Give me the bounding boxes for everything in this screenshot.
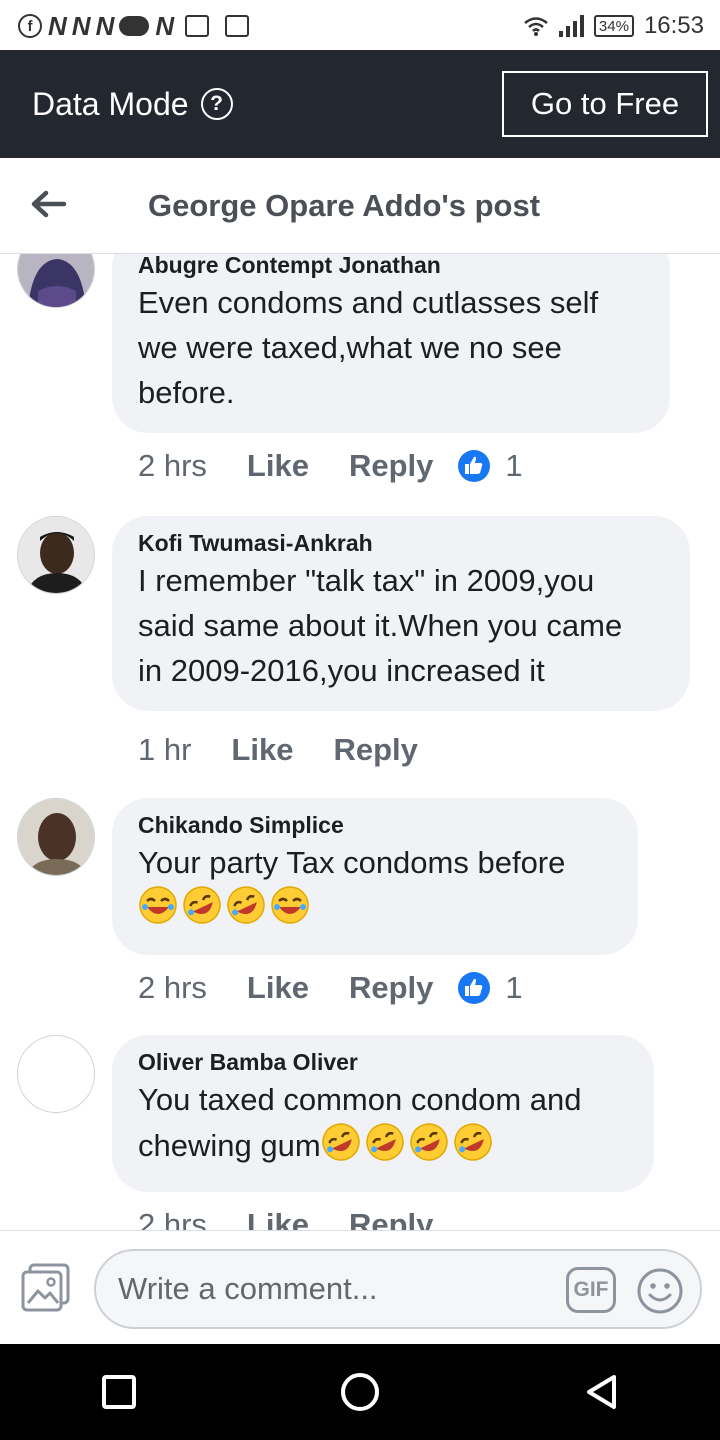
comment-bubble: Kofi Twumasi-Ankrah I remember "talk tax… [112, 516, 690, 711]
rolling-laughing-emoji-icon [321, 1122, 361, 1174]
reply-button[interactable]: Reply [349, 1207, 433, 1230]
thumbs-up-icon [458, 450, 491, 482]
comment-text-line: Even condoms and cutlasses self [138, 285, 599, 320]
comment-composer: GIF [0, 1230, 720, 1344]
comment-text-line: said same about it.When you came [138, 608, 623, 643]
comment-text-line: before. [138, 375, 235, 410]
reply-button[interactable]: Reply [349, 448, 433, 484]
comment-time: 2 hrs [138, 1207, 207, 1230]
comment-actions: 1 hr Like Reply [138, 732, 418, 768]
comments-list: Abugre Contempt Jonathan Even condoms an… [0, 254, 720, 1230]
rolling-laughing-emoji-icon [453, 1122, 493, 1174]
comment-author[interactable]: Kofi Twumasi-Ankrah [138, 528, 664, 558]
app-notification-icon: N [48, 10, 67, 41]
comment-text-fragment: chewing gum [138, 1128, 321, 1163]
signal-icon [558, 15, 584, 37]
app-notification-icon: N [71, 10, 91, 41]
reaction-count[interactable]: 1 [457, 448, 523, 484]
comment-text-line: chewing gum [138, 1122, 628, 1174]
data-mode-bar: Data Mode ? Go to Free [0, 50, 720, 158]
comment-text-line: I remember "talk tax" in 2009,you [138, 563, 595, 598]
recent-apps-icon[interactable] [102, 1375, 136, 1409]
laughing-emoji-icon [138, 885, 178, 937]
comment-emoji-row [138, 885, 612, 937]
photo-icon[interactable] [20, 1263, 72, 1313]
thumbs-up-icon [458, 972, 491, 1004]
comment-bubble: Oliver Bamba Oliver You taxed common con… [112, 1035, 654, 1192]
help-icon[interactable]: ? [200, 88, 233, 120]
comment-actions: 2 hrs Like Reply 1 [138, 970, 523, 1006]
emoji-picker-icon[interactable] [636, 1267, 684, 1315]
comment-bubble: Chikando Simplice Your party Tax condoms… [112, 798, 638, 955]
rolling-laughing-emoji-icon [226, 885, 266, 937]
avatar[interactable] [17, 254, 95, 308]
comment-time: 1 hr [138, 732, 192, 767]
avatar[interactable] [17, 798, 95, 876]
home-icon[interactable] [340, 1372, 380, 1412]
like-button[interactable]: Like [247, 1207, 309, 1230]
wifi-icon [524, 17, 548, 36]
like-button[interactable]: Like [247, 970, 309, 1006]
comment-actions: 2 hrs Like Reply 1 [138, 448, 523, 484]
battery-indicator: 34% [593, 15, 634, 37]
rolling-laughing-emoji-icon [365, 1122, 405, 1174]
image-notification-icon [225, 15, 250, 37]
like-button[interactable]: Like [231, 732, 293, 768]
status-bar: f N N N N 34% 16:53 [0, 0, 720, 52]
comment-bubble: Abugre Contempt Jonathan Even condoms an… [112, 254, 670, 433]
reply-button[interactable]: Reply [333, 732, 417, 768]
facebook-notification-icon: f [18, 14, 42, 38]
system-navigation-bar [0, 1344, 720, 1440]
calendar-icon [185, 15, 210, 37]
avatar[interactable] [17, 1035, 95, 1113]
reply-button[interactable]: Reply [349, 970, 433, 1006]
back-icon[interactable] [584, 1374, 618, 1410]
comment-author[interactable]: Chikando Simplice [138, 810, 612, 840]
comment-time: 2 hrs [138, 970, 207, 1005]
gif-icon[interactable]: GIF [566, 1267, 616, 1313]
back-arrow-icon[interactable] [28, 184, 68, 224]
clock: 16:53 [643, 12, 704, 39]
comment-author[interactable]: Oliver Bamba Oliver [138, 1047, 628, 1077]
reaction-number: 1 [505, 448, 523, 483]
go-to-free-button[interactable]: Go to Free [502, 71, 708, 137]
like-button[interactable]: Like [247, 448, 309, 484]
comment-text-line: You taxed common condom and [138, 1082, 582, 1117]
comment-text-line: in 2009-2016,you increased it [138, 653, 545, 688]
message-notification-icon [119, 16, 150, 36]
comment-author[interactable]: Abugre Contempt Jonathan [138, 254, 644, 280]
rolling-laughing-emoji-icon [182, 885, 222, 937]
notification-icons: f N N N N [18, 10, 250, 42]
rolling-laughing-emoji-icon [409, 1122, 449, 1174]
comment-text-line: Your party Tax condoms before [138, 845, 566, 880]
data-mode-label: Data Mode [32, 85, 189, 122]
laughing-emoji-icon [270, 885, 310, 937]
app-notification-icon: N [95, 10, 115, 41]
reaction-count[interactable]: 1 [457, 970, 523, 1006]
app-notification-icon: N [155, 10, 174, 41]
avatar[interactable] [17, 516, 95, 594]
comment-time: 2 hrs [138, 448, 207, 483]
post-header: George Opare Addo's post [0, 158, 720, 254]
comment-text-line: we were taxed,what we no see [138, 330, 562, 365]
reaction-number: 1 [505, 970, 523, 1005]
page-title: George Opare Addo's post [148, 188, 541, 223]
comment-actions: 2 hrs Like Reply [138, 1207, 433, 1230]
